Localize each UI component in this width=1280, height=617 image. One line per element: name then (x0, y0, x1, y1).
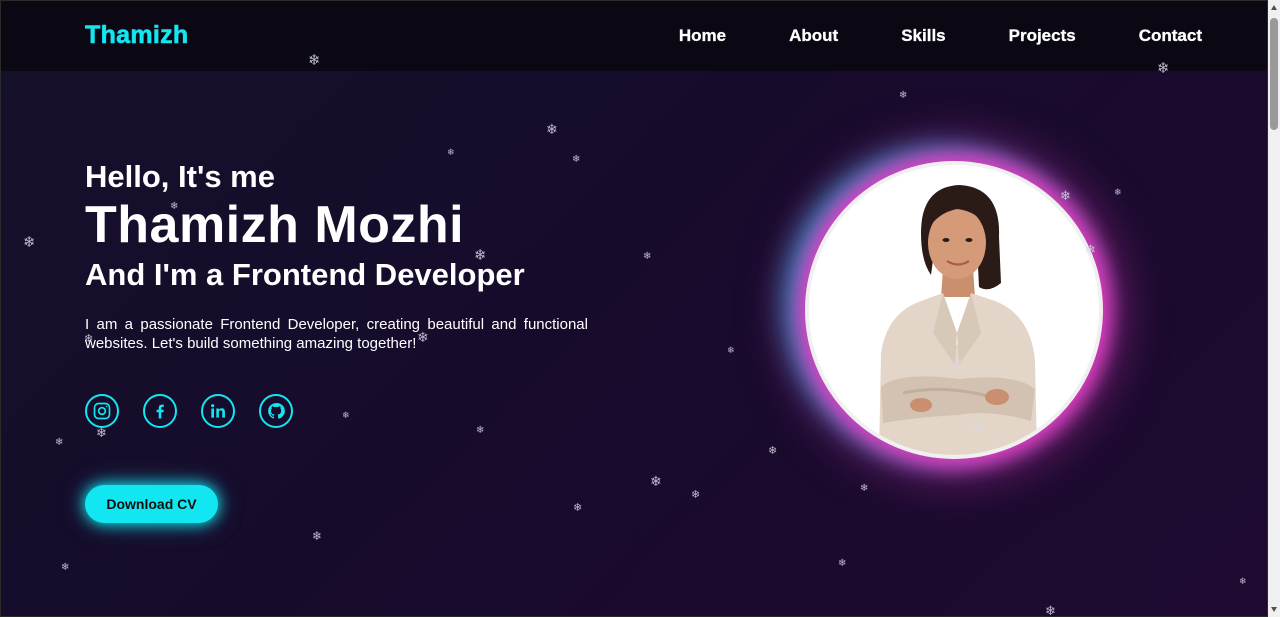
site-logo[interactable]: Thamizh (85, 21, 189, 50)
scroll-down-arrow-icon[interactable] (1271, 607, 1277, 612)
nav-link-home[interactable]: Home (679, 26, 727, 46)
instagram-icon[interactable] (85, 394, 119, 428)
hero-role: And I'm a Frontend Developer (85, 257, 525, 292)
nav-link-about[interactable]: About (789, 26, 838, 46)
social-links (85, 394, 293, 428)
facebook-icon[interactable] (143, 394, 177, 428)
nav-links: Home About Skills Projects Contact (679, 26, 1202, 46)
navbar: Thamizh Home About Skills Projects Conta… (1, 1, 1267, 71)
download-cv-button[interactable]: Download CV (85, 485, 218, 523)
page-scrollbar[interactable] (1268, 0, 1280, 617)
github-icon[interactable] (259, 394, 293, 428)
hero-intro: I am a passionate Frontend Developer, cr… (85, 316, 588, 352)
hero-greeting: Hello, It's me (85, 159, 275, 194)
profile-illustration (809, 165, 1099, 455)
nav-link-projects[interactable]: Projects (1008, 26, 1075, 46)
scrollbar-thumb[interactable] (1270, 18, 1278, 130)
hero-text: Hello, It's me Thamizh Mozhi And I'm a F… (85, 159, 595, 353)
page: Thamizh Home About Skills Projects Conta… (0, 0, 1268, 617)
linkedin-icon[interactable] (201, 394, 235, 428)
nav-link-contact[interactable]: Contact (1139, 26, 1203, 46)
nav-link-skills[interactable]: Skills (901, 26, 946, 46)
hero-name: Thamizh Mozhi (85, 196, 465, 254)
scroll-up-arrow-icon[interactable] (1271, 5, 1277, 10)
profile-photo (805, 161, 1103, 459)
